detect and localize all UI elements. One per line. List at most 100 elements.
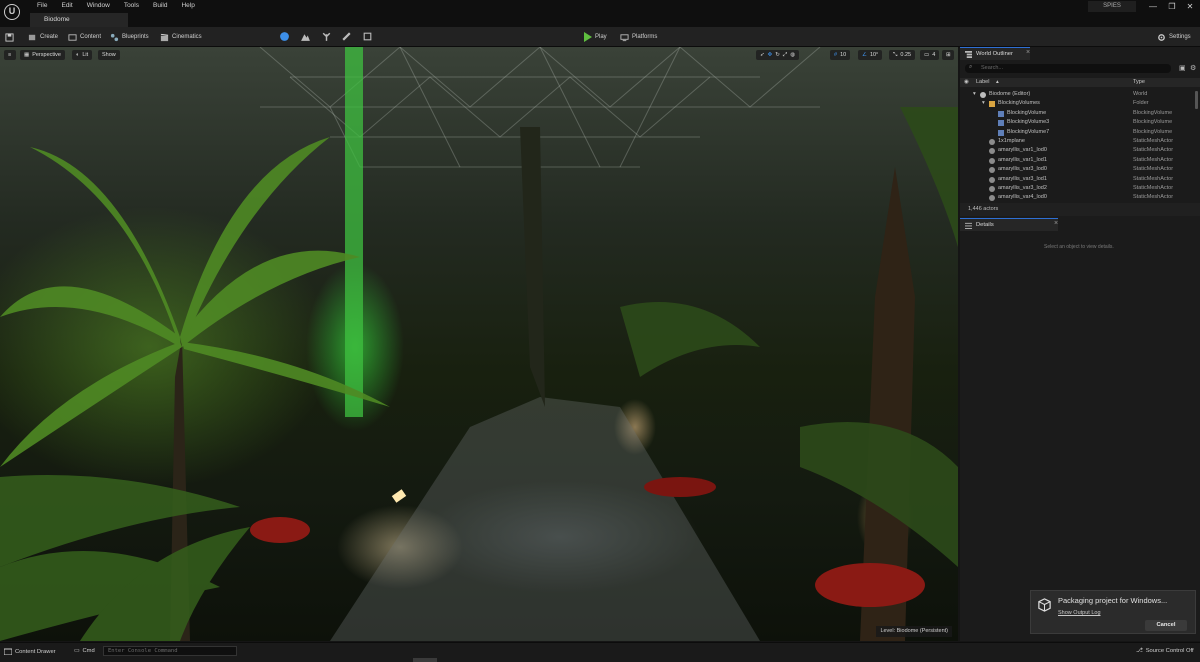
menu-edit[interactable]: Edit <box>54 2 79 9</box>
modeling-mode-icon[interactable] <box>362 31 373 42</box>
outliner-row-label: BlockingVolume7 <box>1007 128 1050 135</box>
minimize-button[interactable]: — <box>1143 1 1163 12</box>
outliner-scrollbar[interactable] <box>1195 91 1198 109</box>
close-details-icon[interactable]: × <box>1054 220 1154 227</box>
outliner-row[interactable]: amaryllis_var4_lod0 StaticMeshActor <box>960 193 1196 202</box>
lit-icon: ◐ <box>76 52 80 58</box>
menu-tools[interactable]: Tools <box>117 2 146 9</box>
outliner-row-label: BlockingVolume <box>1007 109 1047 116</box>
column-type-header[interactable]: Type <box>1133 79 1145 85</box>
foliage-mode-icon[interactable] <box>321 31 332 42</box>
select-icon[interactable]: ➶ <box>760 52 765 58</box>
lit-trunk <box>345 47 363 417</box>
cancel-button[interactable]: Cancel <box>1145 620 1187 631</box>
source-control-button[interactable]: ⎇ Source Control Off <box>1136 648 1194 654</box>
perspective-label: Perspective <box>32 52 61 58</box>
platforms-button[interactable]: Platforms <box>620 31 657 43</box>
status-bar: Content Drawer ▭ Cmd Enter Console Comma… <box>0 642 1200 662</box>
grid-snap-value: 10 <box>840 52 847 58</box>
blueprints-button[interactable]: Blueprints <box>110 31 149 43</box>
lit-label: Lit <box>82 52 89 58</box>
camera-speed-button[interactable]: ▭ 4 <box>920 50 940 60</box>
view-mode-dropdown[interactable]: ◐ Lit <box>72 50 93 60</box>
grid-snap-toggle[interactable]: # 10 <box>830 50 851 60</box>
menu-window[interactable]: Window <box>80 2 117 9</box>
outliner-row[interactable]: 1x1mplane StaticMeshActor <box>960 137 1196 146</box>
content-drawer-button[interactable]: Content Drawer <box>4 648 56 655</box>
cinematics-button[interactable]: Cinematics <box>160 31 202 43</box>
outliner-row[interactable]: ▾ BlockingVolumes Folder <box>960 99 1196 108</box>
restore-button[interactable]: ❐ <box>1162 1 1182 12</box>
outliner-settings-icon[interactable]: ⚙ <box>1190 64 1196 72</box>
outliner-row[interactable]: amaryllis_var3_lod1 StaticMeshActor <box>960 175 1196 184</box>
menu-build[interactable]: Build <box>146 2 174 9</box>
create-button[interactable]: Create <box>28 31 58 43</box>
landscape-mode-icon[interactable] <box>300 31 311 42</box>
visibility-eye-icon[interactable]: ◉ <box>964 79 969 85</box>
red-flower <box>815 563 925 607</box>
close-outliner-icon[interactable]: × <box>1026 49 1154 56</box>
level-viewport[interactable]: ≡ ▦ Perspective ◐ Lit Show ➶ ✥ ↻ ⤢ ◍ # 1… <box>0 47 958 641</box>
close-button[interactable]: ✕ <box>1180 1 1200 12</box>
title-bar: U File Edit Window Tools Build Help Biod… <box>0 0 1200 27</box>
outliner-row[interactable]: BlockingVolume BlockingVolume <box>960 109 1196 118</box>
outliner-search-input[interactable]: Search... <box>965 64 1171 73</box>
outliner-row[interactable]: amaryllis_var1_lod1 StaticMeshActor <box>960 156 1196 165</box>
tab-details[interactable]: Details <box>960 218 1058 231</box>
tab-world-outliner[interactable]: World Outliner <box>960 47 1030 60</box>
play-button[interactable]: Play <box>584 31 607 43</box>
red-flower <box>250 517 310 543</box>
outliner-row-label: amaryllis_var4_lod0 <box>998 194 1047 201</box>
create-icon <box>28 34 36 40</box>
maximize-viewport-button[interactable]: ⊞ <box>942 50 954 60</box>
outliner-row[interactable]: amaryllis_var3_lod2 StaticMeshActor <box>960 184 1196 193</box>
menu-file[interactable]: File <box>30 2 54 9</box>
select-mode-icon[interactable] <box>279 31 290 42</box>
scale-snap-toggle[interactable]: ⤡ 0.25 <box>889 50 916 60</box>
show-dropdown[interactable]: Show <box>98 50 120 60</box>
outliner-row[interactable]: BlockingVolume3 BlockingVolume <box>960 118 1196 127</box>
outliner-row-label: BlockingVolume3 <box>1007 119 1050 126</box>
perspective-dropdown[interactable]: ▦ Perspective <box>20 50 65 60</box>
outliner-row[interactable]: BlockingVolume7 BlockingVolume <box>960 128 1196 137</box>
outliner-row[interactable]: ▾ Biodome (Editor) World <box>960 90 1196 99</box>
foliage-left <box>0 475 250 641</box>
translate-icon[interactable]: ✥ <box>768 52 773 58</box>
level-tab[interactable]: Biodome <box>30 13 128 27</box>
column-label-header[interactable]: Label <box>976 79 989 85</box>
camera-speed-value: 4 <box>932 52 936 58</box>
world-space-icon[interactable]: ◍ <box>790 52 795 58</box>
outliner-icon <box>965 51 972 58</box>
outliner-row[interactable]: amaryllis_var3_lod0 StaticMeshActor <box>960 165 1196 174</box>
static-mesh-icon <box>989 148 995 155</box>
source-control-label: Source Control Off <box>1145 648 1194 654</box>
save-button[interactable] <box>5 31 14 43</box>
console-command-input[interactable]: Enter Console Command <box>103 646 237 656</box>
outliner-row-type: StaticMeshActor <box>1133 175 1174 182</box>
settings-button[interactable]: Settings <box>1157 31 1191 43</box>
outliner-row[interactable]: amaryllis_var1_lod0 StaticMeshActor <box>960 146 1196 155</box>
horizontal-scrollbar[interactable] <box>413 658 437 662</box>
rotation-snap-toggle[interactable]: ∠ 10° <box>858 50 883 60</box>
scale-icon[interactable]: ⤢ <box>783 52 787 59</box>
details-icon <box>965 222 972 229</box>
current-level-label: Level: Biodome (Persistent) <box>876 626 952 637</box>
world-icon <box>980 92 986 98</box>
content-button[interactable]: Content <box>68 31 101 43</box>
content-icon <box>68 33 77 41</box>
outliner-row-label: amaryllis_var1_lod0 <box>998 147 1047 154</box>
show-output-log-link[interactable]: Show Output Log <box>1058 610 1101 616</box>
show-label: Show <box>102 52 116 58</box>
menu-help[interactable]: Help <box>174 2 201 9</box>
viewport-options-button[interactable]: ≡ <box>4 50 16 60</box>
content-label: Content <box>80 34 102 40</box>
expand-chevron-icon[interactable]: ▾ <box>982 99 985 108</box>
cmd-dropdown[interactable]: ▭ Cmd <box>74 648 95 654</box>
project-badge: SPIES <box>1088 1 1136 12</box>
right-panel: World Outliner × Search... ⌕ ▣ ⚙ ◉ Label… <box>960 47 1200 641</box>
expand-chevron-icon[interactable]: ▾ <box>973 90 976 99</box>
save-icon <box>5 32 14 42</box>
add-folder-icon[interactable]: ▣ <box>1179 64 1186 72</box>
rotate-icon[interactable]: ↻ <box>775 52 780 58</box>
mesh-paint-mode-icon[interactable] <box>341 31 352 42</box>
